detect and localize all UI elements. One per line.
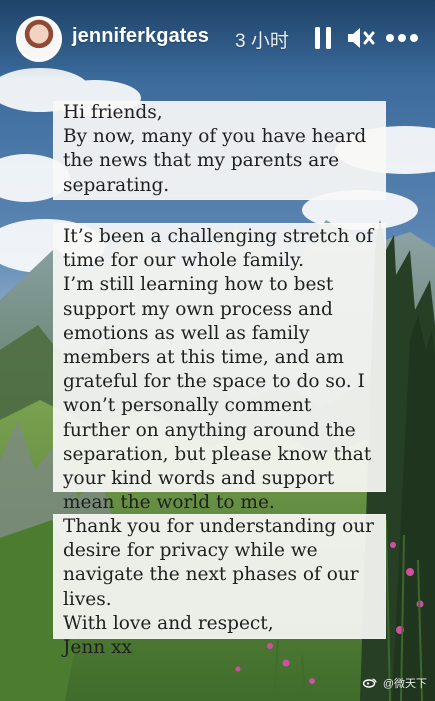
mute-icon[interactable] — [345, 24, 375, 52]
message-paragraph-1: Hi friends, By now, many of you have hear… — [63, 102, 367, 196]
message-block-2: It’s been a challenging stretch of time … — [53, 223, 386, 513]
pause-icon[interactable] — [313, 24, 333, 52]
post-time: 3 小时 — [235, 31, 289, 52]
story-header: jenniferkgates 3 小时 — [0, 0, 435, 80]
instagram-story: jenniferkgates 3 小时 Hi friends, By now, m… — [0, 0, 435, 701]
message-block-3: Thank you for understanding our desire f… — [53, 514, 386, 658]
watermark-text: @微天下 — [382, 678, 427, 690]
username[interactable]: jenniferkgates — [72, 25, 209, 48]
message-paragraph-3: Thank you for understanding our desire f… — [63, 516, 375, 659]
avatar[interactable] — [16, 16, 62, 62]
message-block-1: Hi friends, By now, many of you have hear… — [53, 101, 386, 200]
message-paragraph-2: It’s been a challenging stretch of time … — [63, 226, 374, 514]
more-icon[interactable] — [384, 24, 420, 52]
watermark: @微天下 — [362, 675, 427, 691]
weibo-icon — [362, 678, 377, 688]
